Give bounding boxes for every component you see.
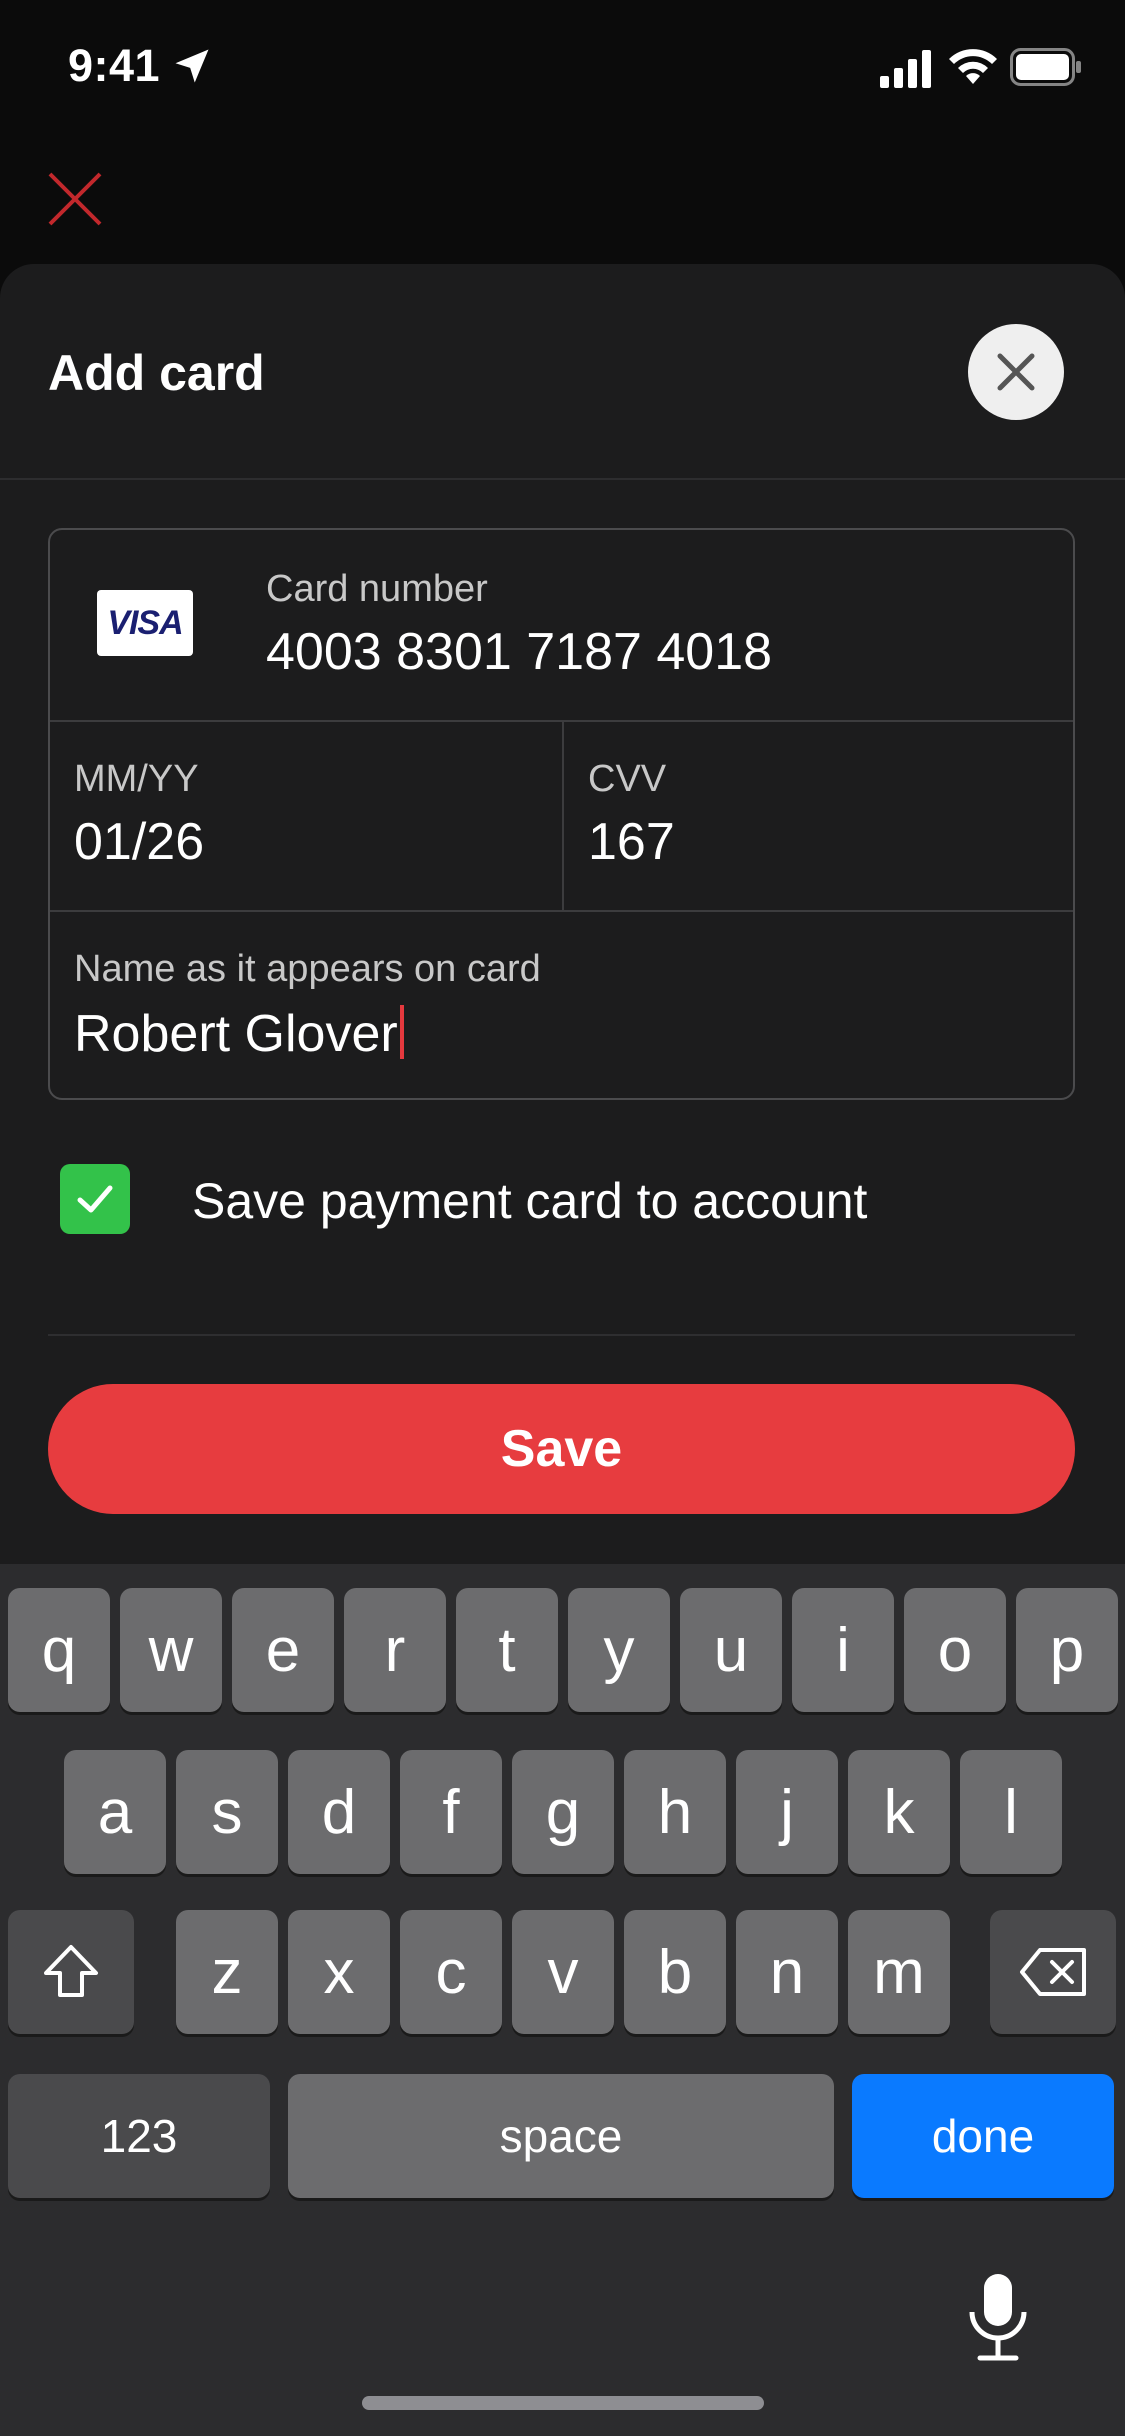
- key-t[interactable]: t: [456, 1588, 558, 1712]
- key-n[interactable]: n: [736, 1910, 838, 2034]
- key-v[interactable]: v: [512, 1910, 614, 2034]
- key-o[interactable]: o: [904, 1588, 1006, 1712]
- save-card-label[interactable]: Save payment card to account: [192, 1172, 867, 1230]
- key-p[interactable]: p: [1016, 1588, 1118, 1712]
- key-w[interactable]: w: [120, 1588, 222, 1712]
- status-time: 9:41: [68, 40, 161, 91]
- backspace-key[interactable]: [990, 1910, 1116, 2034]
- status-bar: 9:41: [0, 0, 1125, 140]
- sheet-title: Add card: [48, 345, 265, 401]
- microphone-icon[interactable]: [966, 2272, 1030, 2362]
- add-card-sheet: Add card VISA Card number 4003 8301 7187…: [0, 264, 1125, 1564]
- name-field[interactable]: Robert Glover: [74, 1004, 404, 1064]
- battery-icon: [1010, 48, 1081, 86]
- close-sheet-button[interactable]: [968, 324, 1064, 420]
- done-key[interactable]: done: [852, 2074, 1114, 2198]
- field-divider: [562, 720, 564, 910]
- expiry-field[interactable]: 01/26: [74, 812, 204, 872]
- close-icon: [997, 353, 1035, 391]
- key-y[interactable]: y: [568, 1588, 670, 1712]
- wifi-icon: [949, 49, 997, 84]
- card-number-value[interactable]: 4003 8301 7187 4018: [266, 622, 772, 682]
- key-a[interactable]: a: [64, 1750, 166, 1874]
- sheet-header-divider: [0, 478, 1125, 480]
- numbers-key[interactable]: 123: [8, 2074, 270, 2198]
- key-r[interactable]: r: [344, 1588, 446, 1712]
- key-k[interactable]: k: [848, 1750, 950, 1874]
- name-value: Robert Glover: [74, 1005, 398, 1063]
- cellular-signal-icon: [880, 50, 931, 88]
- key-q[interactable]: q: [8, 1588, 110, 1712]
- expiry-label: MM/YY: [74, 758, 199, 800]
- home-indicator: [362, 2396, 764, 2410]
- backspace-icon: [1020, 1948, 1086, 1996]
- key-j[interactable]: j: [736, 1750, 838, 1874]
- key-e[interactable]: e: [232, 1588, 334, 1712]
- shift-icon: [44, 1945, 98, 1997]
- key-d[interactable]: d: [288, 1750, 390, 1874]
- space-key[interactable]: space: [288, 2074, 834, 2198]
- cvv-label: CVV: [588, 758, 667, 800]
- key-l[interactable]: l: [960, 1750, 1062, 1874]
- shift-key[interactable]: [8, 1910, 134, 2034]
- save-card-checkbox[interactable]: [60, 1164, 130, 1234]
- save-button[interactable]: Save: [48, 1384, 1075, 1514]
- name-label: Name as it appears on card: [74, 948, 541, 990]
- expiry-cvv-row: MM/YY 01/26 CVV 167: [50, 720, 1073, 912]
- key-b[interactable]: b: [624, 1910, 726, 2034]
- checkmark-icon: [77, 1185, 113, 1213]
- key-g[interactable]: g: [512, 1750, 614, 1874]
- key-s[interactable]: s: [176, 1750, 278, 1874]
- card-number-field[interactable]: VISA Card number 4003 8301 7187 4018: [50, 530, 1073, 722]
- keyboard: qwertyuiop asdfghjkl zxcvbnm 123 space don…: [0, 1564, 1125, 2436]
- form-divider: [48, 1334, 1075, 1336]
- location-arrow-icon: [175, 49, 209, 83]
- key-f[interactable]: f: [400, 1750, 502, 1874]
- key-c[interactable]: c: [400, 1910, 502, 2034]
- key-i[interactable]: i: [792, 1588, 894, 1712]
- visa-logo-icon: VISA: [97, 590, 193, 656]
- key-u[interactable]: u: [680, 1588, 782, 1712]
- card-number-label: Card number: [266, 568, 488, 610]
- text-cursor: [399, 1005, 404, 1059]
- key-h[interactable]: h: [624, 1750, 726, 1874]
- key-x[interactable]: x: [288, 1910, 390, 2034]
- key-z[interactable]: z: [176, 1910, 278, 2034]
- background-close-icon[interactable]: [46, 170, 104, 228]
- key-m[interactable]: m: [848, 1910, 950, 2034]
- card-form: VISA Card number 4003 8301 7187 4018 MM/…: [48, 528, 1075, 1100]
- cvv-field[interactable]: 167: [588, 812, 675, 872]
